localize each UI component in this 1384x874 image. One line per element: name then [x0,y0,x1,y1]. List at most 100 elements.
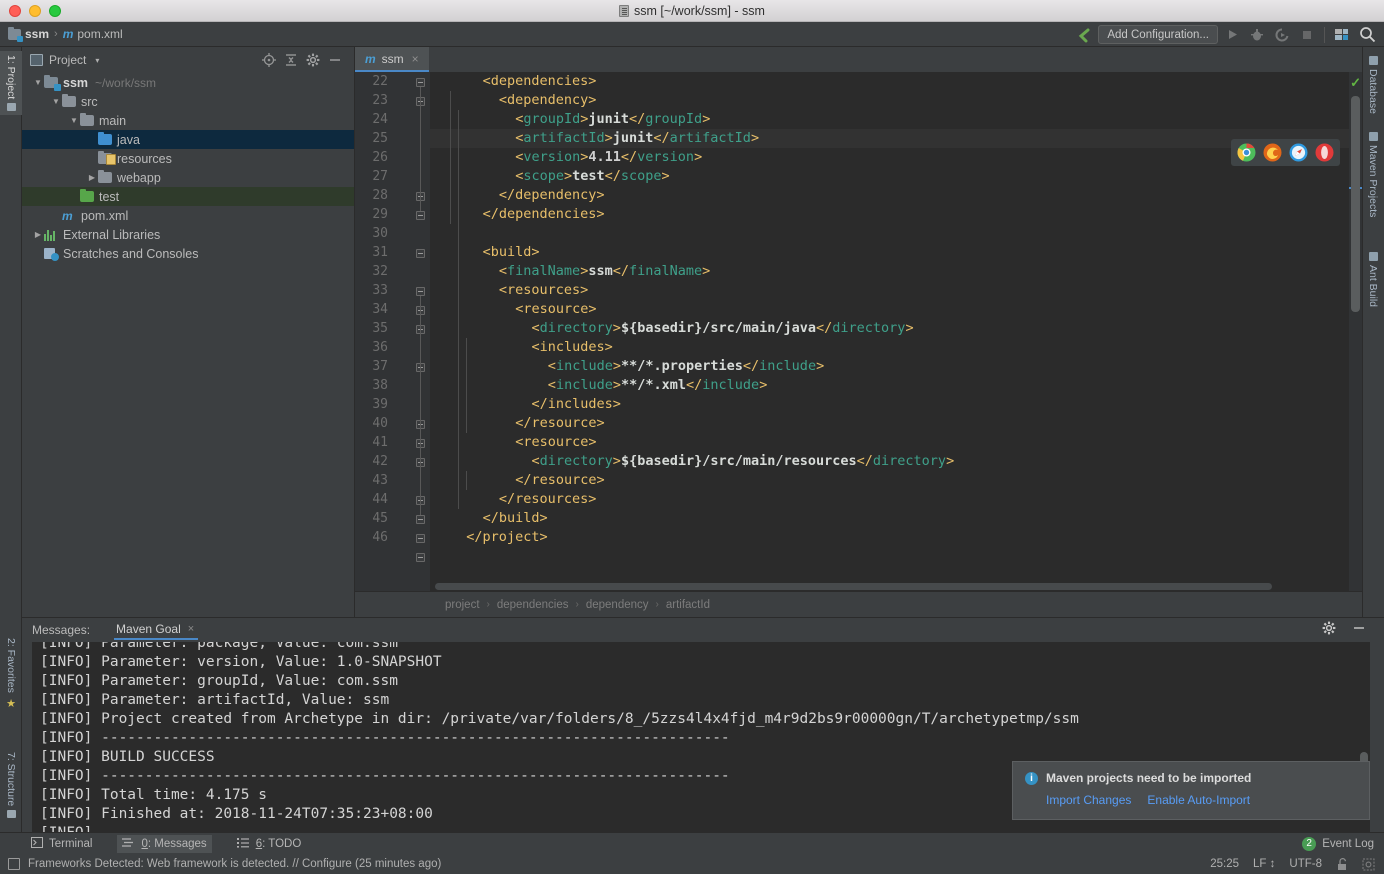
editor-marker-bar[interactable]: ✓ [1349,72,1362,591]
code-line[interactable]: <version>4.11</version> [430,148,1362,167]
status-message[interactable]: Frameworks Detected: Web framework is de… [28,858,441,870]
code-line[interactable]: <dependency> [430,91,1362,110]
code-line[interactable]: </includes> [430,395,1362,414]
code-line[interactable]: <directory>${basedir}/src/main/resources… [430,452,1362,471]
tree-node-main[interactable]: ▼ main [22,111,354,130]
fold-marker[interactable] [416,534,425,543]
editor-gutter[interactable]: 22 23 24 25 26 27 28 29 30 31 32 33 34 35 36 37 38 39 40 41… [355,72,430,591]
breadcrumb-item-project[interactable]: ssm [8,26,49,42]
code-line[interactable]: <include>**/*.properties</include> [430,357,1362,376]
sidebar-item-structure[interactable]: 7: Structure [0,748,22,822]
code-line[interactable]: </project> [430,528,1362,547]
chevron-down-icon[interactable]: ▼ [32,78,44,87]
code-line[interactable]: </build> [430,509,1362,528]
tree-node-resources[interactable]: resources [22,149,354,168]
encoding[interactable]: UTF-8 [1289,858,1322,870]
opera-icon[interactable] [1315,143,1334,162]
breadcrumb-item-artifactid[interactable]: artifactId [666,599,710,611]
back-arrow-icon[interactable] [1073,25,1095,45]
inspections-icon[interactable] [1362,858,1375,871]
fold-marker[interactable] [416,287,425,296]
sidebar-item-project[interactable]: 1: Project [0,51,22,116]
collapse-all-icon[interactable] [284,53,298,67]
fold-marker[interactable] [416,249,425,258]
bottom-item-messages[interactable]: 0: Messages [117,834,212,853]
code-line[interactable]: <build> [430,243,1362,262]
code-line[interactable]: <scope>test</scope> [430,167,1362,186]
code-line[interactable]: <resource> [430,300,1362,319]
tree-node-webapp[interactable]: ▶ webapp [22,168,354,187]
breadcrumb-item-file[interactable]: m pom.xml [63,27,123,41]
tree-node-external-libraries[interactable]: ▶ External Libraries [22,225,354,244]
fold-marker[interactable] [416,515,425,524]
search-everywhere-icon[interactable] [1356,25,1378,45]
chevron-down-icon[interactable]: ▼ [68,116,80,125]
tree-node-scratches-and-consoles[interactable]: Scratches and Consoles [22,244,354,263]
chevron-right-icon[interactable]: ▶ [32,230,44,239]
editor-scrollbar-thumb[interactable] [1351,96,1360,312]
run-with-coverage-icon[interactable] [1271,25,1293,45]
fold-marker[interactable] [416,211,425,220]
safari-icon[interactable] [1289,143,1308,162]
chevron-right-icon[interactable]: ▶ [86,173,98,182]
tree-node-src[interactable]: ▼ src [22,92,354,111]
sidebar-item-favorites[interactable]: 2: Favorites ★ [0,634,22,714]
close-icon[interactable]: × [412,52,419,66]
code-line[interactable]: </dependencies> [430,205,1362,224]
debug-icon[interactable] [1246,25,1268,45]
import-changes-link[interactable]: Import Changes [1046,793,1131,807]
settings-gear-icon[interactable] [306,53,320,67]
fold-column[interactable] [413,72,427,591]
settings-gear-icon[interactable] [1322,621,1336,640]
breadcrumb-item-dependencies[interactable]: dependencies [497,599,569,611]
code-line[interactable]: <directory>${basedir}/src/main/java</dir… [430,319,1362,338]
line-separator[interactable]: LF ↕ [1253,858,1275,870]
tree-node-test[interactable]: test [22,187,354,206]
bottom-item-todo[interactable]: 6: TODO [232,835,307,853]
code-line[interactable]: <include>**/*.xml</include> [430,376,1362,395]
sidebar-item-maven-projects[interactable]: Maven Projects [1362,127,1384,222]
locate-icon[interactable] [262,53,276,67]
code-content[interactable]: <dependencies> <dependency> <groupId>junit… [430,72,1362,591]
code-line[interactable]: </dependency> [430,186,1362,205]
tree-node-java[interactable]: java [22,130,354,149]
code-editor[interactable]: 22 23 24 25 26 27 28 29 30 31 32 33 34 35 36 37 38 39 40 41… [355,72,1362,591]
add-configuration-button[interactable]: Add Configuration... [1098,25,1218,44]
editor-horizontal-scrollbar[interactable] [435,583,1272,590]
sidebar-item-ant-build[interactable]: Ant Build [1362,247,1384,312]
code-line[interactable]: <resources> [430,281,1362,300]
code-line[interactable]: <dependencies> [430,72,1362,91]
sidebar-item-database[interactable]: Database [1362,51,1384,119]
project-panel-title[interactable]: Project ▾ [30,53,99,67]
project-structure-icon[interactable] [1331,25,1353,45]
fold-marker[interactable] [416,78,425,87]
code-line[interactable]: <artifactId>junit</artifactId> [430,129,1362,148]
chevron-down-icon[interactable]: ▼ [50,97,62,106]
code-line[interactable]: <includes> [430,338,1362,357]
breadcrumb-item-dependency[interactable]: dependency [586,599,649,611]
hide-icon[interactable] [1352,621,1366,640]
code-line[interactable]: </resources> [430,490,1362,509]
enable-auto-import-link[interactable]: Enable Auto-Import [1147,793,1250,807]
chevron-down-icon[interactable]: ▾ [95,56,99,65]
unlocked-icon[interactable] [1336,858,1348,870]
bottom-item-terminal[interactable]: Terminal [26,835,97,853]
stop-icon[interactable] [1296,25,1318,45]
caret-position[interactable]: 25:25 [1210,858,1239,870]
tree-node-pom-xml[interactable]: m pom.xml [22,206,354,225]
close-icon[interactable]: × [188,623,194,635]
tree-node-ssm[interactable]: ▼ ssm ~/work/ssm [22,73,354,92]
firefox-icon[interactable] [1263,143,1282,162]
code-line[interactable]: </resource> [430,414,1362,433]
code-line[interactable]: <finalName>ssm</finalName> [430,262,1362,281]
run-icon[interactable] [1221,25,1243,45]
event-log-area[interactable]: 2 Event Log [1302,836,1384,851]
chrome-icon[interactable] [1237,143,1256,162]
code-line[interactable]: <resource> [430,433,1362,452]
hide-icon[interactable] [328,53,342,67]
fold-marker[interactable] [416,553,425,562]
breadcrumb-item-project[interactable]: project [445,599,480,611]
editor-tab-ssm[interactable]: m ssm × [355,47,429,72]
code-line[interactable] [430,224,1362,243]
messages-tab-maven-goal[interactable]: Maven Goal × [114,620,199,640]
